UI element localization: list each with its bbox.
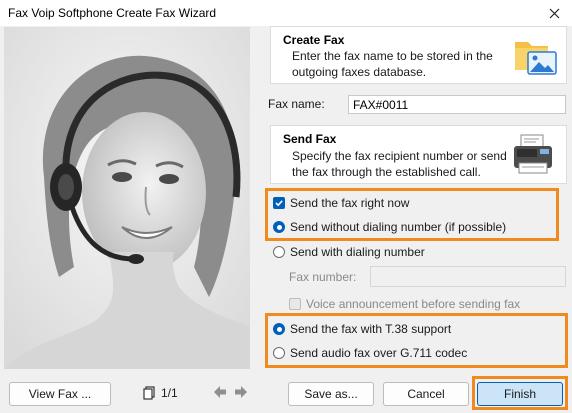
fax-name-label: Fax name: [268, 97, 325, 111]
title-bar: Fax Voip Softphone Create Fax Wizard [0, 0, 572, 26]
t38-support-radio[interactable]: Send the fax with T.38 support [273, 322, 451, 336]
create-fax-description-line2: outgoing faxes database. [292, 65, 427, 79]
voice-announcement-checkbox[interactable]: Voice announcement before sending fax [289, 297, 520, 311]
create-fax-title: Create Fax [283, 33, 345, 47]
page-count: 1/1 [161, 386, 178, 400]
send-right-now-checkbox[interactable]: Send the fax right now [273, 196, 409, 210]
page-indicator: 1/1 [143, 386, 178, 400]
arrow-left-icon [214, 386, 226, 398]
close-icon [549, 8, 559, 18]
radio-unselected-icon [273, 347, 285, 359]
finish-button[interactable]: Finish [477, 382, 563, 406]
close-button[interactable] [536, 0, 572, 26]
folder-image-icon [515, 42, 557, 75]
create-fax-panel: Create Fax Enter the fax name to be stor… [270, 26, 567, 84]
save-as-button[interactable]: Save as... [288, 382, 374, 406]
pages-icon [143, 386, 155, 400]
send-without-dialing-label: Send without dialing number (if possible… [290, 220, 507, 234]
arrow-right-icon [235, 386, 247, 398]
next-page-button[interactable] [234, 385, 248, 399]
create-fax-description-line1: Enter the fax name to be stored in the [292, 49, 493, 63]
radio-selected-icon [273, 323, 285, 335]
checkbox-checked-icon [273, 197, 285, 209]
fax-number-input[interactable] [370, 266, 566, 287]
fax-wizard-window: Fax Voip Softphone Create Fax Wizard Cre… [0, 0, 572, 413]
cancel-button[interactable]: Cancel [383, 382, 469, 406]
operator-photo [4, 27, 250, 369]
send-fax-panel: Send Fax Specify the fax recipient numbe… [270, 125, 567, 184]
view-fax-button[interactable]: View Fax ... [9, 382, 111, 406]
radio-selected-icon [273, 221, 285, 233]
send-right-now-label: Send the fax right now [290, 196, 410, 210]
fax-machine-icon [514, 134, 552, 174]
send-without-dialing-radio[interactable]: Send without dialing number (if possible… [273, 220, 506, 234]
checkbox-disabled-icon [289, 298, 301, 310]
voice-announcement-label: Voice announcement before sending fax [306, 297, 521, 311]
g711-audio-radio[interactable]: Send audio fax over G.711 codec [273, 346, 467, 360]
fax-number-label: Fax number: [289, 270, 357, 284]
send-with-dialing-label: Send with dialing number [290, 245, 425, 259]
send-fax-title: Send Fax [283, 132, 337, 146]
window-title: Fax Voip Softphone Create Fax Wizard [8, 6, 217, 20]
radio-unselected-icon [273, 246, 285, 258]
send-fax-description-line2: the fax through the established call. [292, 165, 481, 179]
send-fax-description-line1: Specify the fax recipient number or send [292, 149, 507, 163]
t38-support-label: Send the fax with T.38 support [290, 322, 452, 336]
g711-audio-label: Send audio fax over G.711 codec [290, 346, 468, 360]
fax-name-input[interactable] [348, 95, 566, 114]
previous-page-button[interactable] [213, 385, 227, 399]
send-with-dialing-radio[interactable]: Send with dialing number [273, 245, 425, 259]
